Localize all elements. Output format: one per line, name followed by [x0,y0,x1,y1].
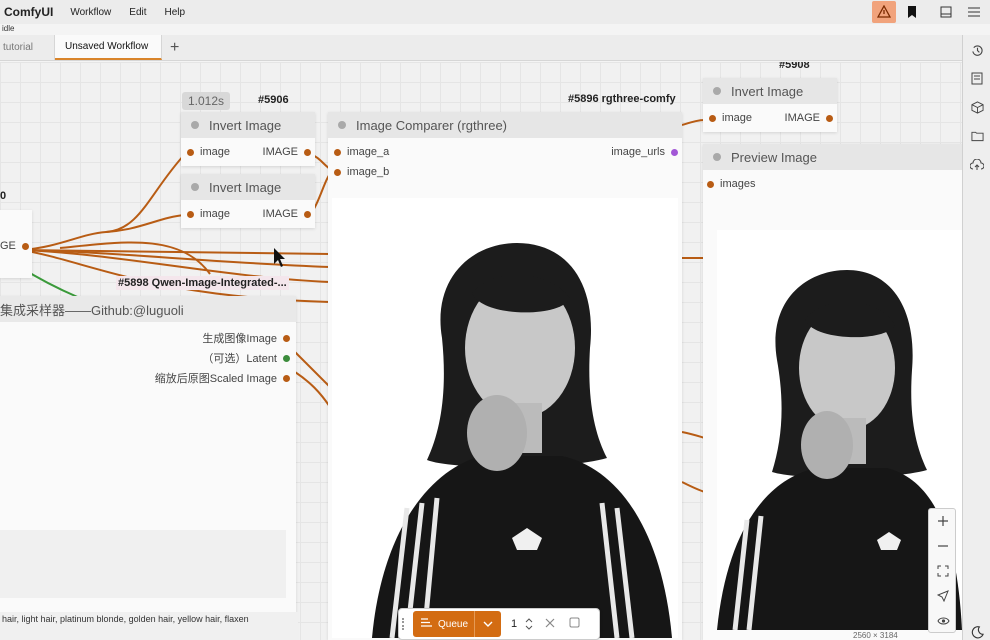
node-id-5896: #5896 rgthree-comfy [568,93,676,105]
cube-icon[interactable] [970,100,984,114]
partial-node-output-label: GE [0,240,16,252]
input-label: image [722,112,752,124]
node-id-5908: #5908 [779,62,810,71]
tab-tutorial[interactable]: tutorial [0,35,55,60]
zoom-out-icon[interactable] [936,539,950,553]
input-label: images [720,178,756,190]
list-icon[interactable] [970,71,984,85]
node-id-5898: #5898 Qwen-Image-Integrated-... [116,276,289,290]
collapse-dot-icon[interactable] [191,121,199,129]
status-text: idle [2,24,15,33]
image-size-label: 2560 × 3184 [853,631,898,640]
panel-toggle-icon[interactable] [934,1,958,23]
queue-bar: Queue 1 [398,608,600,640]
fit-view-icon[interactable] [936,564,950,578]
tab-unsaved-workflow[interactable]: Unsaved Workflow [55,35,162,60]
warning-icon[interactable] [872,1,896,23]
visibility-eye-icon[interactable] [936,614,950,628]
cancel-icon[interactable] [545,617,555,631]
queue-label: Queue [438,618,469,630]
queue-list-icon [421,618,432,630]
collapse-dot-icon[interactable] [191,183,199,191]
graph-canvas[interactable]: GE 0 1.012s #5906 Invert Image image IMA… [0,62,962,640]
collapse-dot-icon[interactable] [713,87,721,95]
collapse-dot-icon[interactable] [338,121,346,129]
queue-button[interactable]: Queue [413,611,501,637]
node-title: Invert Image [209,117,282,133]
output-label: 缩放后原图Scaled Image [154,373,277,385]
folder-icon[interactable] [970,129,984,143]
tab-bar: tutorial Unsaved Workflow + [0,35,962,61]
locate-icon[interactable] [936,589,950,603]
menu-workflow[interactable]: Workflow [61,7,120,18]
add-tab-button[interactable]: + [162,35,187,60]
node-invert-image-2[interactable]: Invert Image image IMAGE [181,174,315,228]
execution-time-badge: 1.012s [182,92,231,110]
app-logo[interactable]: ComfyUI [0,5,61,19]
node-preview-image[interactable]: Preview Image images 2560 × 3184 [703,144,962,640]
zoom-in-icon[interactable] [936,514,950,528]
zoom-controls [928,508,956,633]
output-label: IMAGE [262,146,298,158]
node-title: Invert Image [731,83,804,99]
menu-help[interactable]: Help [156,7,195,18]
menu-edit[interactable]: Edit [120,7,155,18]
node-title: Image Comparer (rgthree) [356,117,507,133]
node-invert-image-3[interactable]: Invert Image image IMAGE [703,78,837,132]
node-title: Preview Image [731,149,817,165]
node-image-comparer[interactable]: Image Comparer (rgthree) image_a image_b… [328,112,682,640]
input-label: image [200,146,230,158]
bookmark-icon[interactable] [900,1,924,23]
batch-count-input[interactable]: 1 [511,618,517,630]
count-stepper[interactable] [525,617,533,631]
text-area-prompt[interactable]: hair, light hair, platinum blonde, golde… [0,612,298,640]
node-qwen-sampler[interactable]: 集成采样器——Github:@luguoli 生成图像Image （可选）Lat… [0,296,298,640]
node-id-5906: #5906 [258,94,289,106]
upload-icon[interactable] [970,158,984,172]
output-label: IMAGE [784,112,820,124]
history-icon[interactable] [970,43,984,57]
stop-icon[interactable] [569,617,580,631]
chevron-down-icon[interactable] [474,611,501,637]
partial-node-left[interactable]: GE [0,210,32,278]
output-label: image_urls [611,146,665,158]
node-invert-image-1[interactable]: Invert Image image IMAGE [181,112,315,166]
node-title: Invert Image [209,179,282,195]
input-label: image [200,208,230,220]
input-label-b: image_b [347,166,390,178]
output-label: （可选）Latent [202,353,277,365]
moon-icon[interactable] [970,625,984,639]
hamburger-menu-icon[interactable] [962,1,986,23]
text-area-prompt-top[interactable] [0,530,286,598]
right-sidebar [962,35,990,640]
partial-node-id: 0 [0,190,7,202]
node-title: 集成采样器——Github:@luguoli [0,302,184,318]
input-label-a: image_a [347,146,390,158]
drag-handle-icon[interactable] [402,618,406,630]
comparer-image[interactable] [332,198,678,638]
output-label: 生成图像Image [202,333,277,345]
preview-image[interactable] [717,230,962,630]
output-label: IMAGE [262,208,298,220]
menu-bar: ComfyUI Workflow Edit Help [0,0,990,24]
collapse-dot-icon[interactable] [713,153,721,161]
